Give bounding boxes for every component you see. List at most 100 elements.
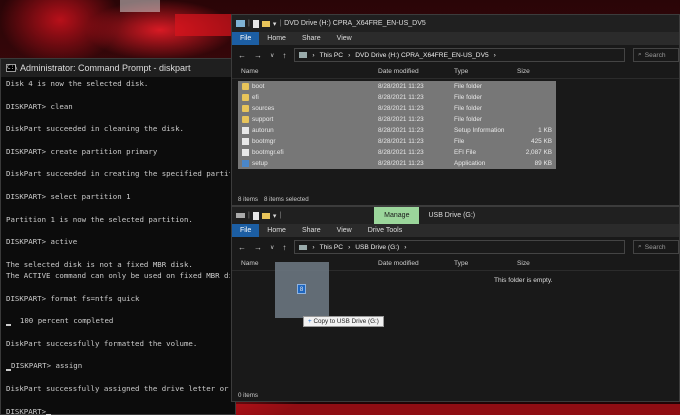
file-name: bootmgr [252,138,276,145]
cmd-line: Partition 1 is now the selected partitio… [6,214,193,224]
titlebar[interactable]: | ▾ | DVD Drive (H:) CPRA_X64FRE_EN-US_D… [232,15,679,32]
column-date-modified[interactable]: Date modified [378,68,419,75]
file-date-modified: 8/28/2021 11:23 [378,116,424,123]
file-size: 2,087 KB [525,149,552,156]
command-prompt-window[interactable]: C:\ Administrator: Command Prompt - disk… [0,58,236,415]
tab-manage[interactable]: Manage [374,207,420,224]
column-date-modified[interactable]: Date modified [378,260,419,267]
tab-file[interactable]: File [232,224,260,237]
search-placeholder: Search [644,51,666,59]
column-type[interactable]: Type [454,260,468,267]
folder-icon [242,116,249,123]
cmd-line [6,281,230,292]
item-count: 0 items [238,392,258,399]
breadcrumb-dvd-drive[interactable]: DVD Drive (H:) CPRA_X64FRE_EN-US_DV5 [355,52,488,59]
window-title: USB Drive (G:) [428,212,476,219]
tab-drive-tools[interactable]: Drive Tools [360,224,411,237]
file-icon [242,149,249,156]
drag-tooltip: + Copy to USB Drive (G:) [303,316,384,327]
cmd-line [6,202,230,213]
file-date-modified: 8/28/2021 11:23 [378,83,424,90]
cmd-line [6,327,230,338]
file-row[interactable]: autorun 8/28/2021 11:23 Setup Information 1… [238,125,556,136]
cmd-line [6,180,230,191]
cmd-line [6,134,230,145]
ribbon-tabs: File Home Share View Drive Tools [232,224,679,237]
new-folder-icon[interactable] [261,20,270,27]
column-name[interactable]: Name [241,68,259,75]
tab-view[interactable]: View [329,32,360,45]
properties-icon[interactable] [252,211,259,220]
cmd-line: 100 percent completed [6,315,230,326]
cmd-line [6,157,230,168]
address-bar[interactable]: › This PC › USB Drive (G:) › [294,240,625,254]
forward-arrow-icon[interactable]: → [254,51,262,60]
breadcrumb-this-pc[interactable]: This PC [320,52,343,59]
cmd-icon: C:\ [6,64,18,72]
file-row[interactable]: bootmgr.efi 8/28/2021 11:23 EFI File 2,087 … [238,147,556,158]
tab-file[interactable]: File [232,32,260,45]
file-row[interactable]: efi 8/28/2021 11:23 File folder [238,92,556,103]
cmd-output[interactable]: Disk 4 is now the selected disk. DISKPART… [1,77,235,415]
tab-home[interactable]: Home [259,32,294,45]
file-name: autorun [252,127,274,134]
up-arrow-icon[interactable]: ↑ [282,243,286,252]
drag-tooltip-text: Copy to USB Drive (G:) [313,318,379,325]
status-bar: 0 items [232,390,679,401]
drag-preview: 8 [275,262,329,318]
column-size[interactable]: Size [517,68,530,75]
back-arrow-icon[interactable]: ← [238,51,246,60]
cmd-line: DISKPART> create partition primary [6,146,158,156]
tab-home[interactable]: Home [259,224,294,237]
text-cursor [6,368,11,371]
ribbon-tabs: File Home Share View [232,32,679,45]
file-size: 1 KB [538,127,552,134]
cmd-line [6,225,230,236]
search-input[interactable]: ⌕ Search [633,48,679,62]
titlebar[interactable]: | ▾ | Manage USB Drive (G:) [232,207,679,224]
file-name: support [252,116,274,123]
tab-view[interactable]: View [329,224,360,237]
column-name[interactable]: Name [241,260,259,267]
cmd-line: DiskPart succeeded in creating the speci… [6,169,230,179]
cmd-line [6,247,230,258]
forward-arrow-icon[interactable]: → [254,243,262,252]
file-name: setup [252,160,268,167]
chevron-down-icon[interactable]: ∨ [270,52,274,59]
file-row[interactable]: bootmgr 8/28/2021 11:23 File 425 KB [238,136,556,147]
breadcrumb-this-pc[interactable]: This PC [320,244,343,251]
cmd-titlebar[interactable]: C:\ Administrator: Command Prompt - disk… [1,59,235,77]
file-row[interactable]: boot 8/28/2021 11:23 File folder [238,81,556,92]
cmd-line: Disk 4 is now the selected disk. [6,79,149,88]
file-row[interactable]: sources 8/28/2021 11:23 File folder [238,103,556,114]
new-folder-icon[interactable] [261,212,270,219]
chevron-down-icon[interactable]: ▾ [273,212,277,220]
cmd-line: DiskPart successfully formatted the volu… [6,338,198,348]
file-icon [242,138,249,145]
search-input[interactable]: ⌕ Search [633,240,679,254]
file-type: File folder [454,83,483,90]
file-size: 89 KB [534,160,552,167]
file-type: File folder [454,94,483,101]
cmd-line [6,394,230,405]
file-name: sources [252,105,275,112]
tab-share[interactable]: Share [294,32,329,45]
file-date-modified: 8/28/2021 11:23 [378,149,424,156]
file-row[interactable]: setup 8/28/2021 11:23 Application 89 KB [238,158,556,169]
back-arrow-icon[interactable]: ← [238,243,246,252]
properties-icon[interactable] [252,19,259,28]
chevron-down-icon[interactable]: ∨ [270,244,274,251]
address-bar[interactable]: › This PC › DVD Drive (H:) CPRA_X64FRE_E… [294,48,625,62]
explorer-window-dvd[interactable]: | ▾ | DVD Drive (H:) CPRA_X64FRE_EN-US_D… [231,14,680,206]
file-type: Application [454,160,486,167]
explorer-window-usb[interactable]: | ▾ | Manage USB Drive (G:) File Home Sh… [231,206,680,402]
column-size[interactable]: Size [517,260,530,267]
breadcrumb-usb-drive[interactable]: USB Drive (G:) [355,244,399,251]
chevron-down-icon[interactable]: ▾ [273,20,277,28]
column-type[interactable]: Type [454,68,468,75]
tab-share[interactable]: Share [294,224,329,237]
file-type: File folder [454,105,483,112]
up-arrow-icon[interactable]: ↑ [282,51,286,60]
file-row[interactable]: support 8/28/2021 11:23 File folder [238,114,556,125]
file-type: File folder [454,116,483,123]
